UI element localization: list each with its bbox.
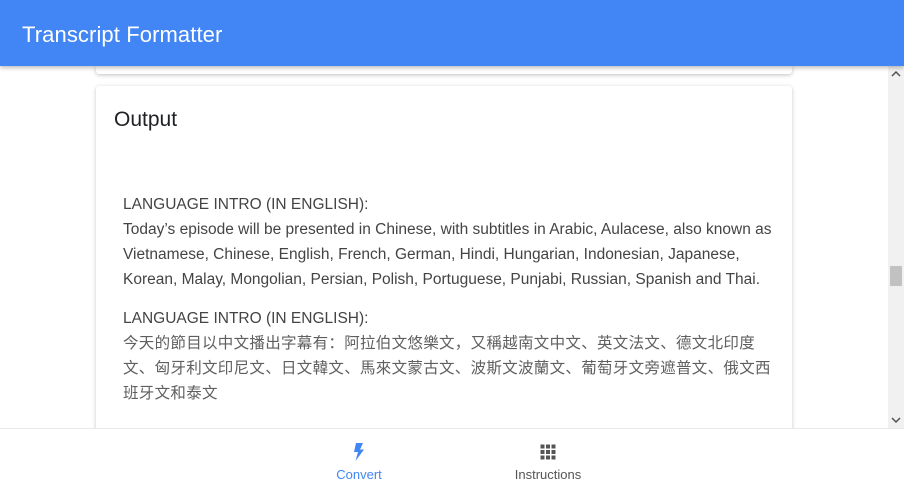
nav-convert-label: Convert [336,467,382,482]
scroll-down-arrow-icon[interactable] [888,412,904,428]
scroll-up-arrow-icon[interactable] [888,66,904,82]
output-text[interactable]: LANGUAGE INTRO (IN ENGLISH): Today’s epi… [123,192,783,406]
output-card: Output LANGUAGE INTRO (IN ENGLISH): Toda… [96,86,792,428]
nav-instructions-label: Instructions [514,467,582,482]
section-body-chinese: 今天的節目以中文播出字幕有：阿拉伯文悠樂文，又稱越南文中文、英文法文、德文北印度… [123,335,771,402]
grid-icon [538,442,558,462]
app-title: Transcript Formatter [22,22,223,47]
section-body-english: Today’s episode will be presented in Chi… [123,221,772,288]
vertical-scrollbar[interactable] [888,66,904,428]
scrollbar-thumb[interactable] [890,266,902,286]
output-title: Output [114,108,178,131]
nav-instructions[interactable]: Instructions [478,429,618,492]
bottom-navigation: Convert Instructions [0,428,904,492]
app-bar: Transcript Formatter [0,0,904,66]
main-content[interactable]: Output LANGUAGE INTRO (IN ENGLISH): Toda… [0,66,888,428]
section-heading-english: LANGUAGE INTRO (IN ENGLISH): [123,196,369,213]
bolt-icon [349,442,369,462]
input-card-bottom-edge [96,66,792,74]
nav-convert[interactable]: Convert [289,429,429,492]
section-heading-chinese: LANGUAGE INTRO (IN ENGLISH): [123,310,369,327]
